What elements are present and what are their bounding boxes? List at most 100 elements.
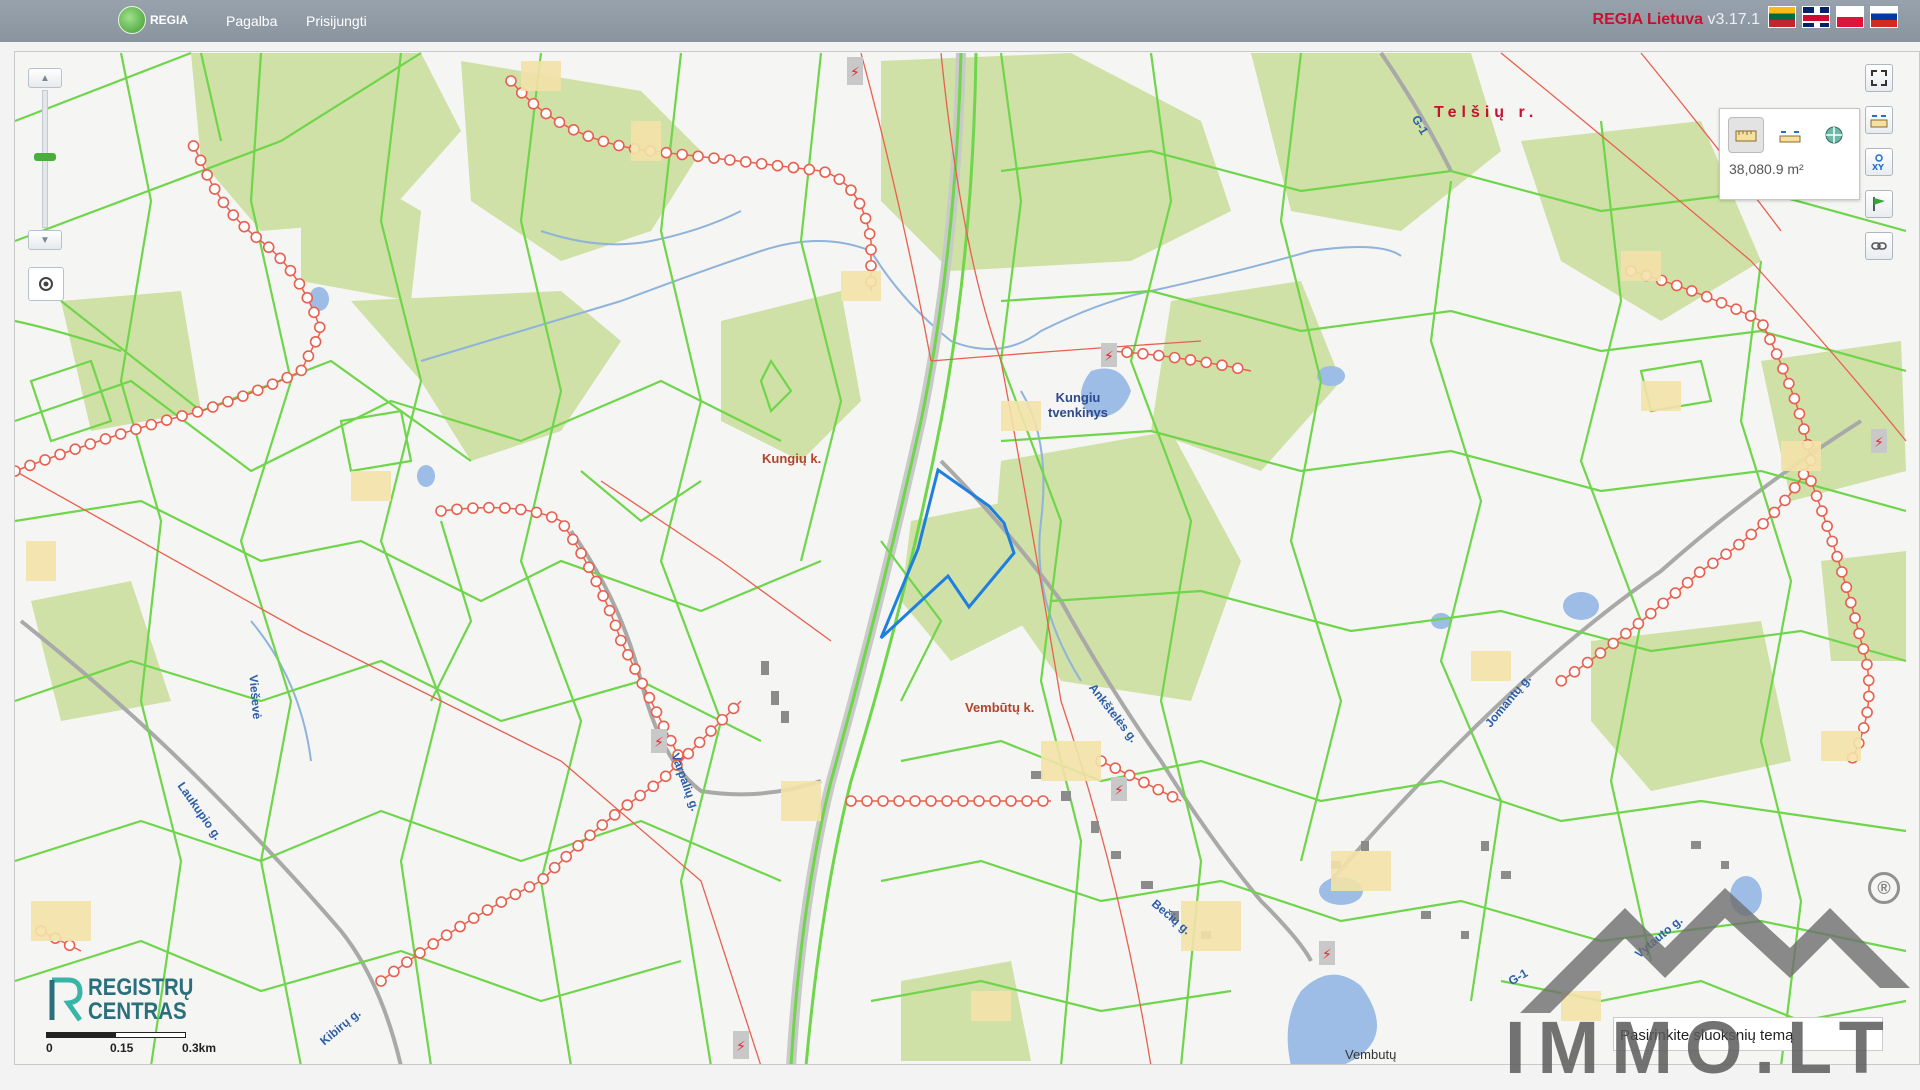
powerline-marker — [676, 148, 688, 161]
powerline-marker — [69, 443, 81, 455]
powerline-marker — [1607, 637, 1620, 650]
powerline-marker — [1840, 581, 1853, 594]
powerline-marker — [238, 220, 251, 233]
powerline-marker — [1777, 362, 1789, 375]
distance-measure-tool[interactable] — [1772, 117, 1808, 153]
powerline-marker — [1805, 475, 1817, 487]
powerline-marker — [787, 161, 800, 174]
russian-flag-icon[interactable] — [1870, 6, 1898, 28]
powerline-marker — [1715, 296, 1728, 309]
scale-bar: 0 0.15 0.3km — [46, 1032, 216, 1055]
powerline-marker — [693, 736, 706, 749]
powerline-marker — [227, 209, 240, 221]
powerline-marker — [1700, 290, 1713, 303]
flag-marker-button[interactable] — [1865, 190, 1893, 218]
fullscreen-button[interactable] — [1865, 64, 1893, 92]
powerline-marker — [309, 335, 322, 348]
powerline-marker — [1581, 656, 1594, 669]
powerline-marker — [621, 799, 634, 811]
powerline-marker — [1166, 790, 1179, 803]
area-measure-tool[interactable] — [1728, 117, 1764, 153]
powerline-marker — [650, 706, 663, 718]
powerline-marker — [505, 75, 517, 87]
powerline-marker — [530, 506, 543, 519]
powerline-marker — [634, 789, 646, 802]
powerline-marker — [1620, 627, 1632, 640]
svg-text:⚡: ⚡ — [1114, 783, 1124, 799]
powerline-marker — [1779, 494, 1791, 507]
brand[interactable]: REGIA — [118, 6, 188, 34]
powerline-marker — [483, 501, 495, 514]
powerline-marker — [1657, 597, 1669, 610]
powerline-marker — [160, 414, 173, 426]
powerline-marker — [262, 241, 275, 254]
zoom-slider-handle[interactable] — [34, 153, 56, 161]
zoom-out-button[interactable]: ▼ — [28, 230, 62, 250]
powerline-marker — [414, 947, 426, 959]
locate-button[interactable] — [28, 267, 64, 301]
powerline-marker — [622, 648, 634, 661]
kungiu-village-label: Kungių k. — [762, 451, 822, 466]
measure-panel: 38,080.9 m² — [1719, 108, 1860, 200]
powerline-marker — [302, 350, 315, 362]
powerline-marker — [1831, 550, 1843, 563]
powerline-marker — [435, 505, 447, 517]
globe-pin-icon — [1825, 126, 1843, 144]
scale-bar-graphic — [46, 1032, 186, 1038]
powerline-marker — [206, 401, 219, 413]
area-ruler-icon — [1735, 130, 1757, 142]
powerline-marker — [877, 795, 889, 807]
login-link[interactable]: Prisijungti — [306, 13, 367, 29]
english-flag-icon[interactable] — [1802, 6, 1830, 28]
powerline-marker — [63, 939, 76, 952]
link-button[interactable] — [1865, 232, 1893, 260]
measure-tool-button[interactable] — [1865, 106, 1893, 134]
powerline-marker — [308, 306, 320, 319]
powerline-marker — [301, 292, 314, 304]
powerline-marker — [558, 520, 571, 532]
powerline-marker — [1685, 285, 1698, 297]
powerline-marker — [514, 503, 527, 516]
ruler-icon — [1870, 115, 1888, 128]
powerline-marker — [1184, 354, 1197, 366]
map-canvas[interactable]: ⚡ ⚡ ⚡ ⚡ ⚡ ⚡ ⚡ — [14, 51, 1920, 1065]
powerline-marker — [1793, 407, 1806, 420]
powerline-marker — [755, 157, 768, 170]
powerline-marker — [1632, 617, 1645, 630]
powerline-marker — [941, 795, 953, 807]
link-icon — [1871, 242, 1887, 250]
powerline-marker — [1764, 333, 1776, 346]
powerline-marker — [1555, 675, 1568, 687]
powerline-marker — [859, 212, 872, 225]
powerline-marker — [1836, 566, 1848, 578]
powerline-marker — [266, 378, 279, 390]
powerline-marker — [1768, 506, 1781, 519]
powerline-marker — [560, 850, 573, 863]
coordinates-button[interactable]: XY — [1865, 148, 1893, 176]
registru-centras-logo: REGISTRŲ CENTRAS — [46, 976, 212, 1024]
powerline-marker — [130, 423, 142, 436]
powerline-marker — [1231, 362, 1244, 375]
powerline-marker — [1568, 665, 1581, 678]
powerline-marker — [957, 795, 969, 807]
powerline-marker — [1707, 557, 1719, 570]
lithuanian-flag-icon[interactable] — [1768, 6, 1796, 28]
point-measure-tool[interactable] — [1816, 117, 1852, 153]
powerline-marker — [1021, 795, 1033, 807]
powerline-marker — [660, 146, 673, 159]
powerline-marker — [546, 511, 558, 523]
polish-flag-icon[interactable] — [1836, 6, 1864, 28]
powerline-marker — [1849, 612, 1861, 624]
powerline-marker — [99, 433, 112, 445]
powerline-marker — [39, 454, 51, 466]
zoom-slider[interactable] — [34, 90, 56, 228]
powerline-marker — [665, 734, 677, 747]
powerline-marker — [1757, 517, 1769, 530]
help-link[interactable]: Pagalba — [226, 13, 277, 29]
powerline-marker — [54, 448, 66, 461]
district-label: Telšių r. — [1434, 104, 1539, 121]
powerline-marker — [1770, 348, 1783, 360]
powerline-marker — [739, 156, 752, 168]
powerline-marker — [727, 702, 740, 715]
zoom-in-button[interactable]: ▲ — [28, 68, 62, 88]
